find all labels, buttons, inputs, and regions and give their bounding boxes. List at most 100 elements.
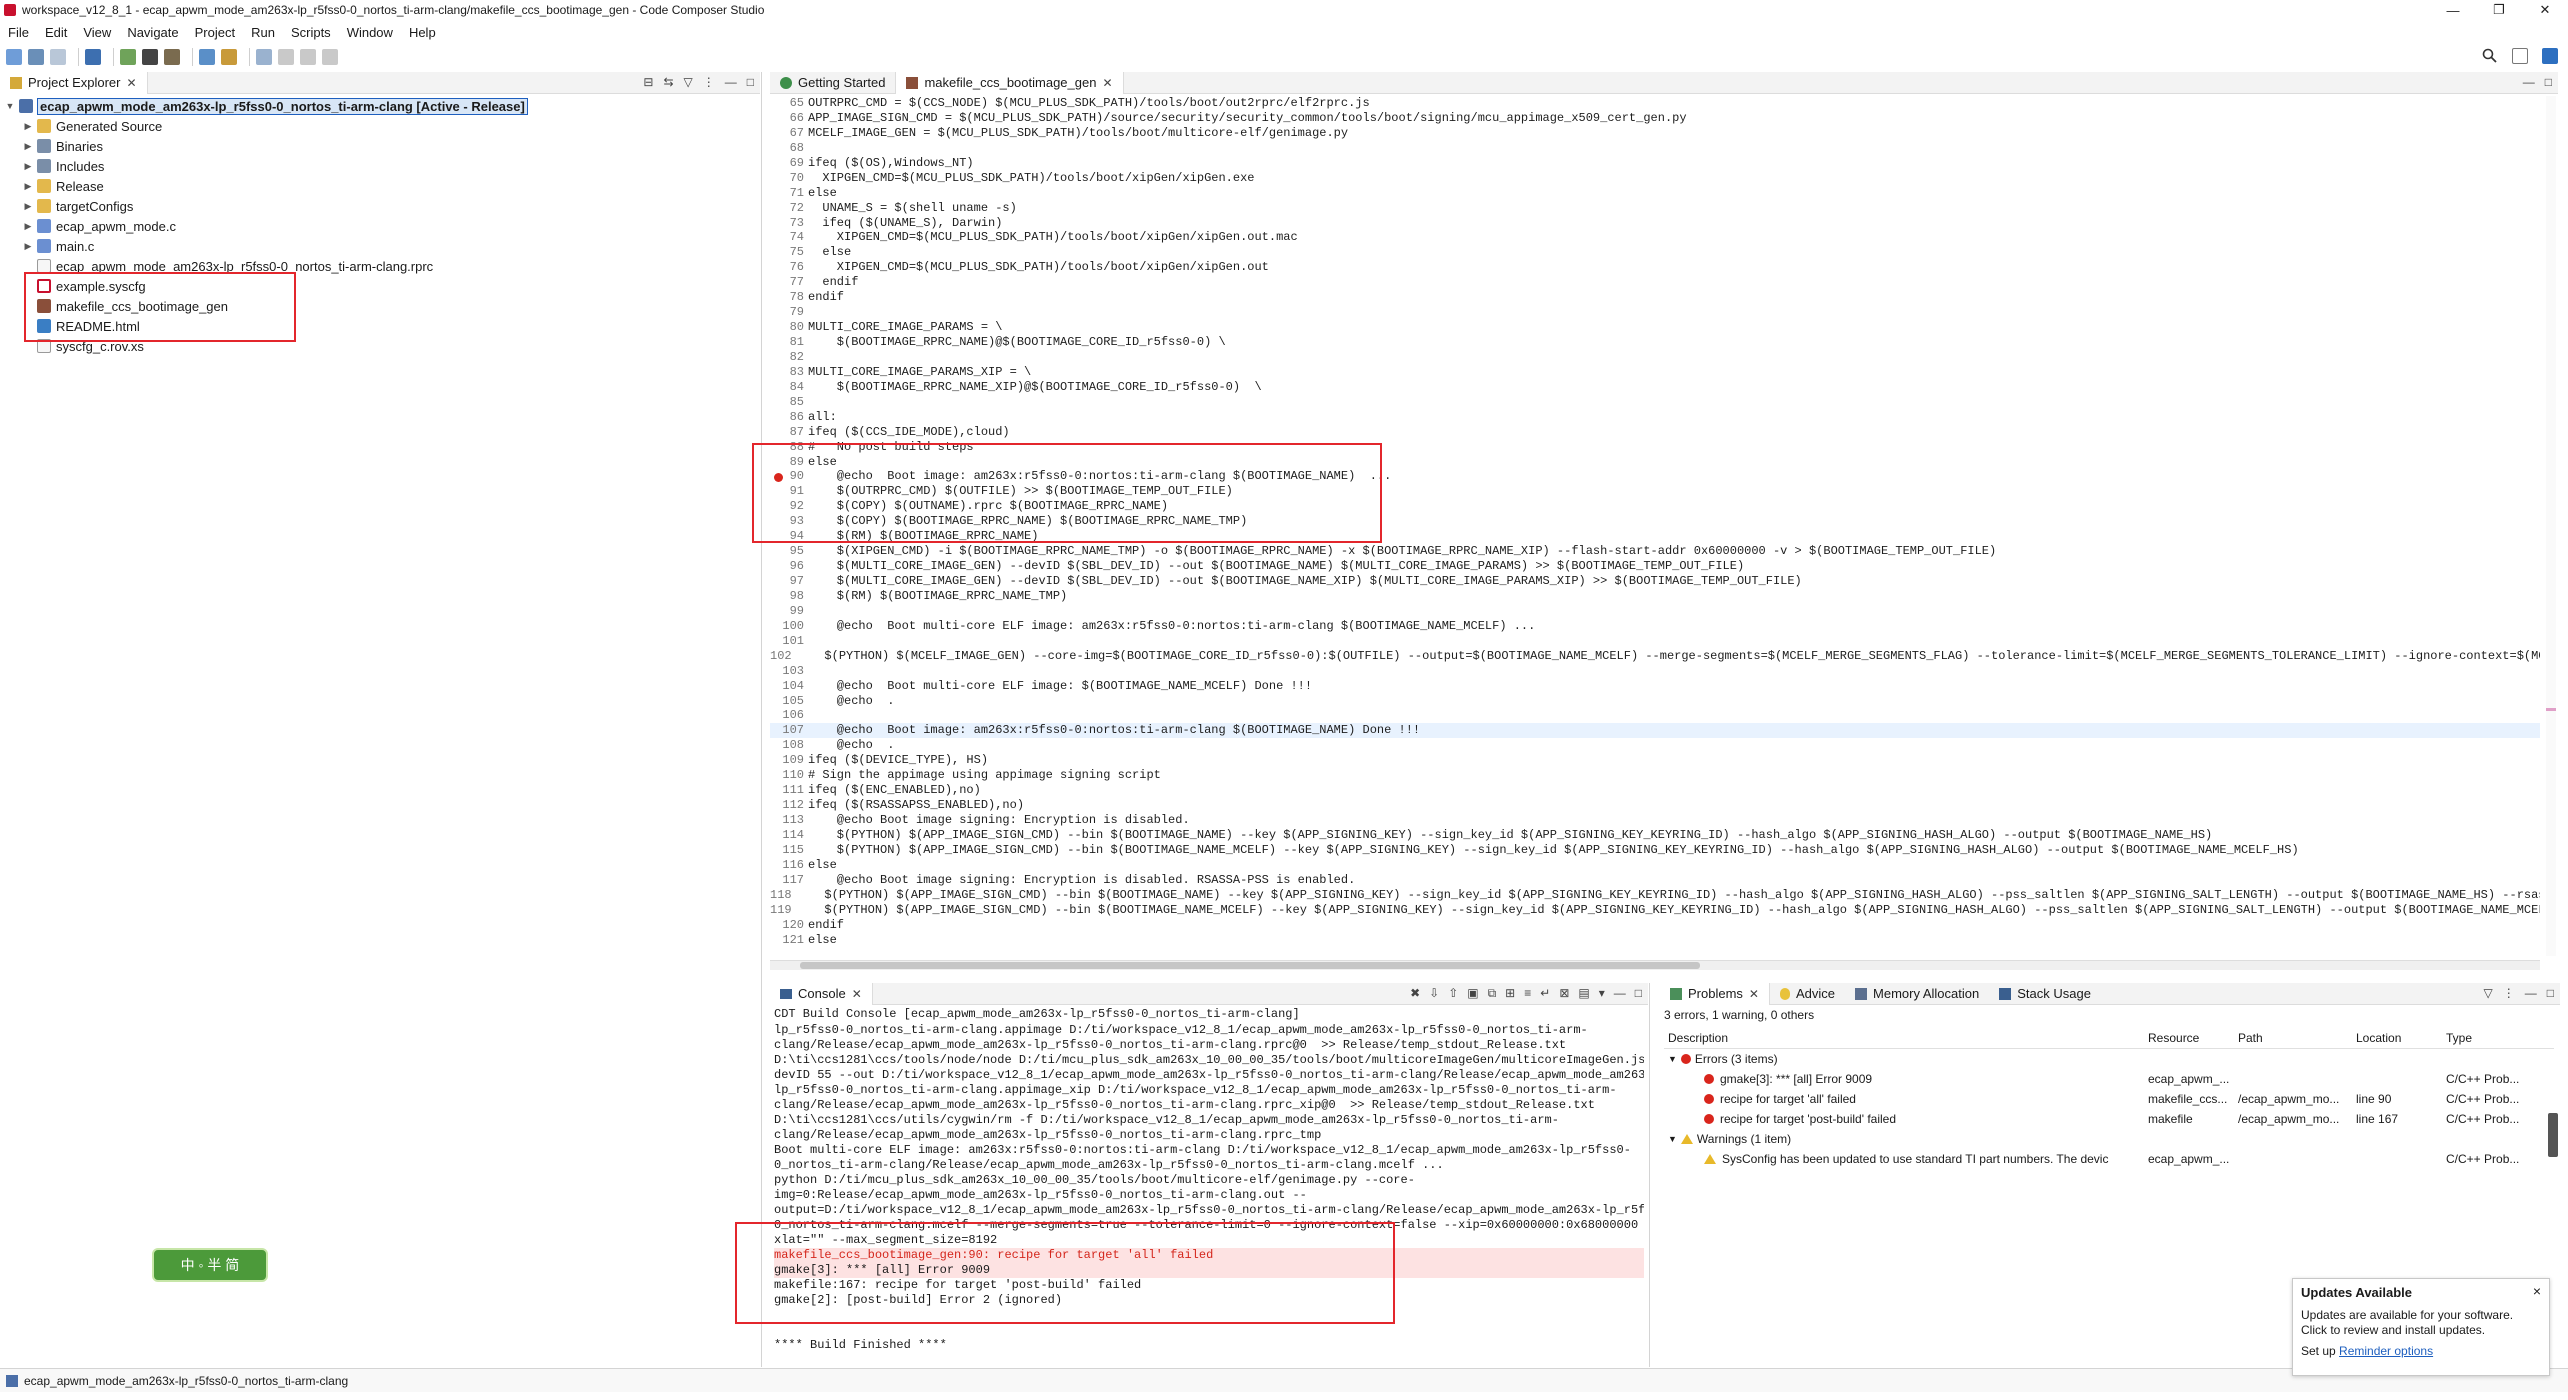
word-wrap-icon[interactable]: ↵ <box>1540 986 1550 1001</box>
menu-edit[interactable]: Edit <box>37 25 75 40</box>
flash-icon[interactable] <box>221 49 237 65</box>
tree-item-generated-source[interactable]: ▶ Generated Source <box>0 116 760 136</box>
code-line[interactable]: 103 <box>770 664 2540 679</box>
code-line[interactable]: 104 @echo Boot multi-core ELF image: $(B… <box>770 679 2540 694</box>
collapse-all-icon[interactable]: ⊟ <box>643 75 653 89</box>
expand-arrow-icon[interactable]: ▶ <box>22 241 34 252</box>
debug-icon[interactable] <box>142 49 158 65</box>
column-type[interactable]: Type <box>2446 1031 2546 1045</box>
next-error-icon[interactable]: ⇩ <box>1429 986 1439 1001</box>
code-line[interactable]: 98 $(RM) $(BOOTIMAGE_RPRC_NAME_TMP) <box>770 589 2540 604</box>
tab-getting-started[interactable]: Getting Started <box>770 71 897 94</box>
code-line[interactable]: 73 ifeq ($(UNAME_S), Darwin) <box>770 216 2540 231</box>
scrollbar-thumb[interactable] <box>800 962 1700 969</box>
code-line[interactable]: 83 MULTI_CORE_IMAGE_PARAMS_XIP = \ <box>770 365 2540 380</box>
code-line[interactable]: 106 <box>770 708 2540 723</box>
tab-problems[interactable]: Problems ✕ <box>1660 982 1770 1005</box>
code-line[interactable]: 95 $(XIPGEN_CMD) -i $(BOOTIMAGE_RPRC_NAM… <box>770 544 2540 559</box>
tree-item-syscfg-c-rov-xs[interactable]: syscfg_c.rov.xs <box>0 336 760 356</box>
close-icon[interactable]: ✕ <box>126 76 136 90</box>
code-line[interactable]: 84 $(BOOTIMAGE_RPRC_NAME_XIP)@$(BOOTIMAG… <box>770 380 2540 395</box>
new-icon[interactable] <box>6 49 22 65</box>
code-line[interactable]: 113 @echo Boot image signing: Encryption… <box>770 813 2540 828</box>
tab-project-explorer[interactable]: Project Explorer ✕ <box>0 71 148 94</box>
overview-ruler[interactable] <box>2546 96 2556 956</box>
tree-item-binaries[interactable]: ▶ Binaries <box>0 136 760 156</box>
code-line[interactable]: 117 @echo Boot image signing: Encryption… <box>770 873 2540 888</box>
back-icon[interactable] <box>300 49 316 65</box>
problems-group-warnings[interactable]: ▼ Warnings (1 item) <box>1664 1129 2554 1149</box>
open-perspective-icon[interactable] <box>2512 48 2528 64</box>
filter-icon[interactable]: ▽ <box>684 75 693 89</box>
ime-status-badge[interactable]: 中 ◦ 半 简 <box>152 1248 268 1282</box>
tree-item-rprc[interactable]: ecap_apwm_mode_am263x-lp_r5fss0-0_nortos… <box>0 256 760 276</box>
tree-item-example-syscfg[interactable]: example.syscfg <box>0 276 760 296</box>
expand-arrow-icon[interactable]: ▶ <box>22 221 34 232</box>
code-line[interactable]: 85 <box>770 395 2540 410</box>
tree-item-makefile-ccs-bootimage-gen[interactable]: makefile_ccs_bootimage_gen <box>0 296 760 316</box>
tree-item-release[interactable]: ▶ Release <box>0 176 760 196</box>
tree-item-targetconfigs[interactable]: ▶ targetConfigs <box>0 196 760 216</box>
problem-row[interactable]: recipe for target 'all' failed makefile_… <box>1664 1089 2554 1109</box>
maximize-icon[interactable]: □ <box>1635 986 1642 1001</box>
problem-row[interactable]: recipe for target 'post-build' failed ma… <box>1664 1109 2554 1129</box>
copy-icon[interactable]: ⧉ <box>1488 986 1497 1001</box>
expand-arrow-icon[interactable]: ▶ <box>22 181 34 192</box>
console-output[interactable]: CDT Build Console [ecap_apwm_mode_am263x… <box>774 1007 1644 1362</box>
code-area[interactable]: 65 OUTRPRC_CMD = $(CCS_NODE) $(MCU_PLUS_S… <box>770 96 2540 956</box>
code-line[interactable]: 90 @echo Boot image: am263x:r5fss0-0:nor… <box>770 469 2540 484</box>
column-description[interactable]: Description <box>1664 1031 2148 1045</box>
save-all-icon[interactable] <box>50 49 66 65</box>
search-tool-icon[interactable] <box>199 49 215 65</box>
code-line[interactable]: 70 XIPGEN_CMD=$(MCU_PLUS_SDK_PATH)/tools… <box>770 171 2540 186</box>
prev-annotation-icon[interactable] <box>278 49 294 65</box>
expand-arrow-icon[interactable]: ▶ <box>22 161 34 172</box>
problem-row[interactable]: SysConfig has been updated to use standa… <box>1664 1149 2554 1169</box>
code-line[interactable]: 88 # No post build steps <box>770 440 2540 455</box>
link-editor-icon[interactable]: ⇆ <box>663 75 673 89</box>
updates-notification[interactable]: Updates Available × Updates are availabl… <box>2292 1278 2550 1376</box>
code-line[interactable]: 89 else <box>770 455 2540 470</box>
minimize-icon[interactable]: — <box>2523 75 2535 89</box>
tree-item-includes[interactable]: ▶ Includes <box>0 156 760 176</box>
code-line[interactable]: 77 endif <box>770 275 2540 290</box>
close-icon[interactable]: ✕ <box>1749 987 1759 1001</box>
code-line[interactable]: 81 $(BOOTIMAGE_RPRC_NAME)@$(BOOTIMAGE_CO… <box>770 335 2540 350</box>
minimize-icon[interactable]: — <box>2525 986 2537 1000</box>
menu-view[interactable]: View <box>75 25 119 40</box>
code-line[interactable]: 68 <box>770 141 2540 156</box>
code-line[interactable]: 80 MULTI_CORE_IMAGE_PARAMS = \ <box>770 320 2540 335</box>
code-line[interactable]: 99 <box>770 604 2540 619</box>
expand-arrow-icon[interactable]: ▶ <box>22 201 34 212</box>
column-path[interactable]: Path <box>2238 1031 2356 1045</box>
error-overview-mark[interactable] <box>2546 708 2556 711</box>
code-line[interactable]: 71 else <box>770 186 2540 201</box>
code-line[interactable]: 76 XIPGEN_CMD=$(MCU_PLUS_SDK_PATH)/tools… <box>770 260 2540 275</box>
code-line[interactable]: 86 all: <box>770 410 2540 425</box>
code-line[interactable]: 110 # Sign the appimage using appimage si… <box>770 768 2540 783</box>
minimize-icon[interactable]: — <box>1614 986 1626 1001</box>
tree-item-readme-html[interactable]: README.html <box>0 316 760 336</box>
code-line[interactable]: 78 endif <box>770 290 2540 305</box>
close-icon[interactable]: ✕ <box>1102 76 1112 90</box>
code-line[interactable]: 79 <box>770 305 2540 320</box>
menu-scripts[interactable]: Scripts <box>283 25 339 40</box>
code-line[interactable]: 114 $(PYTHON) $(APP_IMAGE_SIGN_CMD) --bi… <box>770 828 2540 843</box>
close-icon[interactable]: ✕ <box>852 987 862 1001</box>
code-line[interactable]: 108 @echo . <box>770 738 2540 753</box>
code-line[interactable]: 97 $(MULTI_CORE_IMAGE_GEN) --devID $(SBL… <box>770 574 2540 589</box>
code-line[interactable]: 91 $(OUTRPRC_CMD) $(OUTFILE) >> $(BOOTIM… <box>770 484 2540 499</box>
code-line[interactable]: 74 XIPGEN_CMD=$(MCU_PLUS_SDK_PATH)/tools… <box>770 230 2540 245</box>
code-line[interactable]: 65 OUTRPRC_CMD = $(CCS_NODE) $(MCU_PLUS_S… <box>770 96 2540 111</box>
clear-console-icon[interactable]: ⊞ <box>1505 986 1515 1001</box>
tab-console[interactable]: Console ✕ <box>770 982 873 1005</box>
collapse-arrow-icon[interactable]: ▼ <box>1668 1054 1677 1064</box>
code-line[interactable]: 102 $(PYTHON) $(MCELF_IMAGE_GEN) --core-… <box>770 649 2540 664</box>
tab-advice[interactable]: Advice <box>1770 983 1845 1005</box>
maximize-icon[interactable]: □ <box>2545 75 2552 89</box>
menu-file[interactable]: File <box>0 25 37 40</box>
prev-error-icon[interactable]: ⇧ <box>1448 986 1458 1001</box>
filter-icon[interactable]: ▽ <box>2484 986 2493 1000</box>
code-line[interactable]: 72 UNAME_S = $(shell uname -s) <box>770 201 2540 216</box>
maximize-icon[interactable]: □ <box>2547 986 2554 1000</box>
